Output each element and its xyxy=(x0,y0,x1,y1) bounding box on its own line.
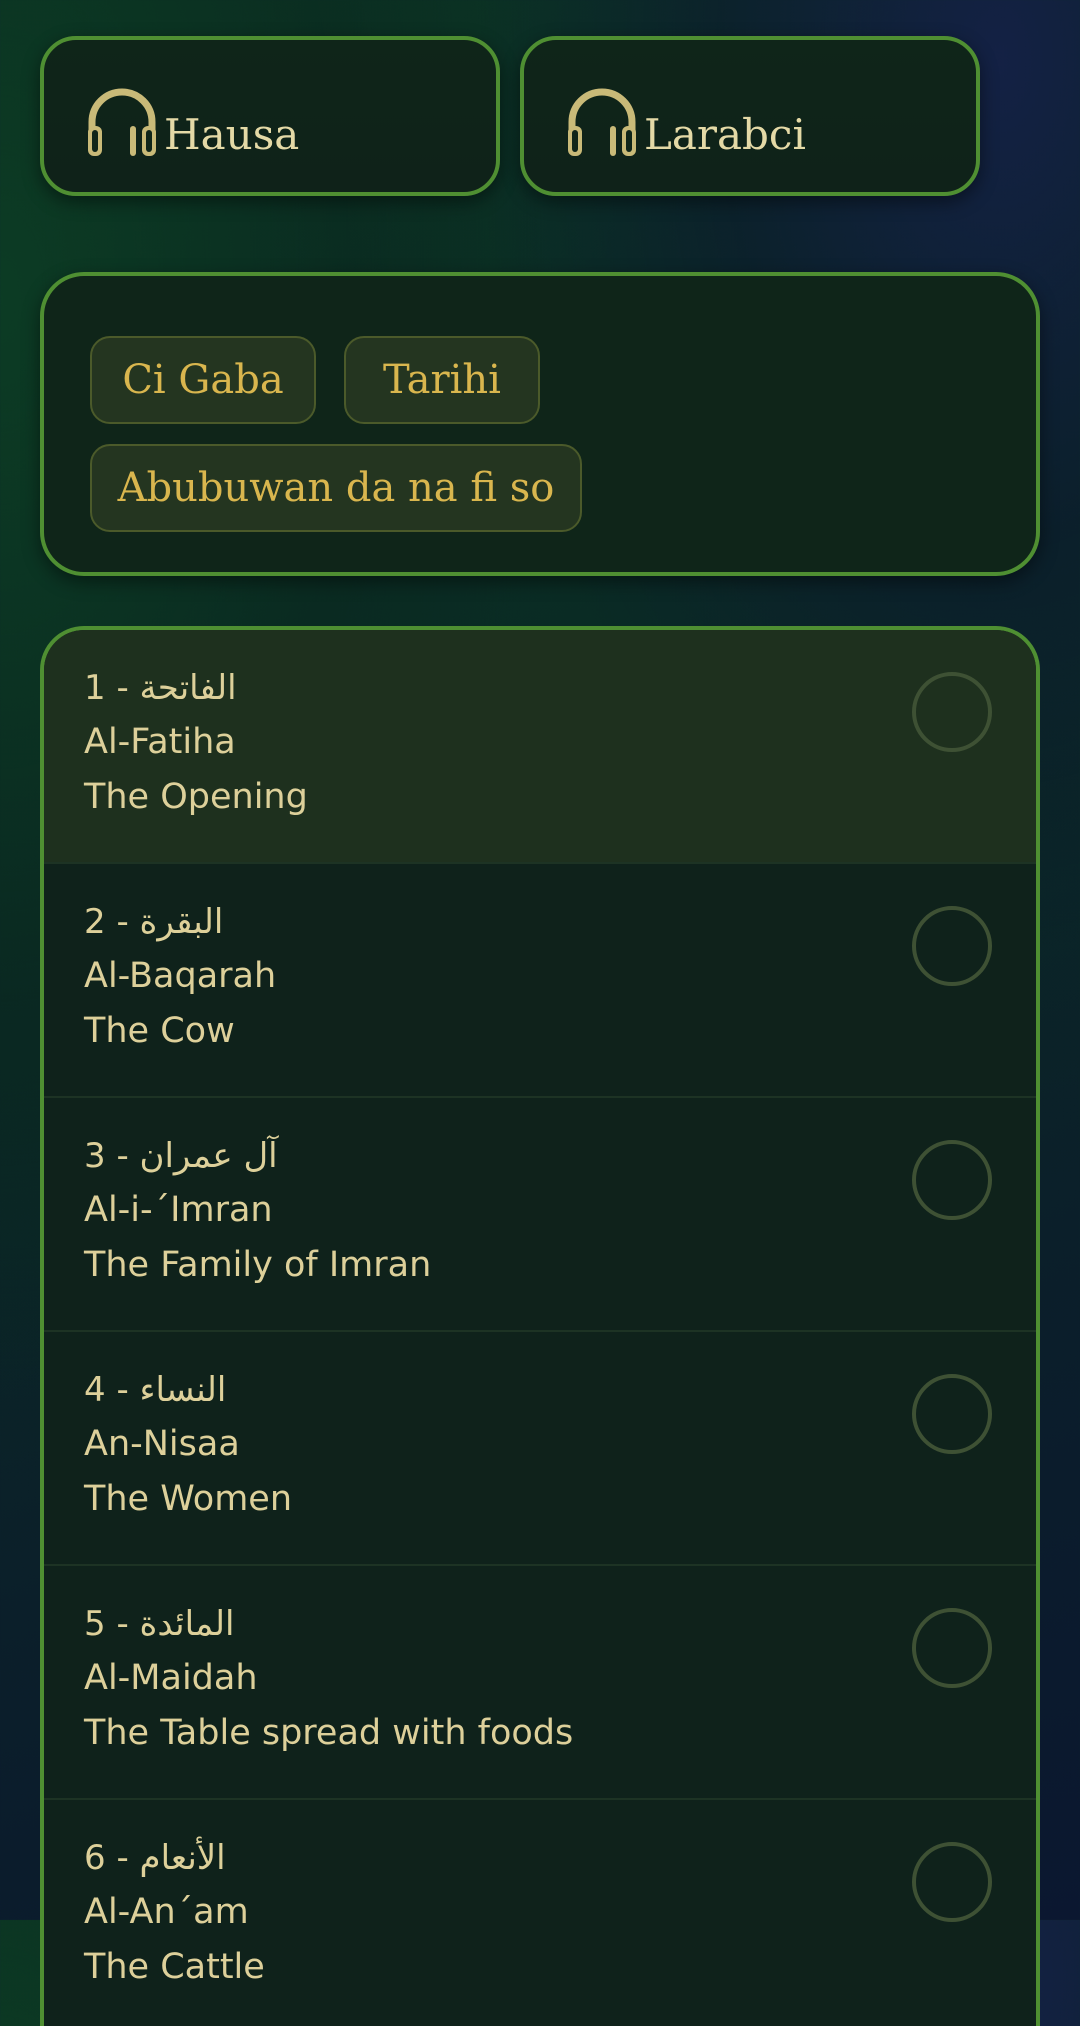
hausa-label: Hausa xyxy=(164,110,300,159)
arabic-label: Larabci xyxy=(644,110,806,159)
surah-title: 1 - الفاتحة xyxy=(84,668,237,708)
surah-row[interactable]: 5 - المائدة Al-Maidah The Table spread w… xyxy=(44,1566,1036,1800)
surah-meaning: The Cow xyxy=(84,1011,235,1051)
surah-transliteration: Al-Maidah xyxy=(84,1658,258,1698)
surah-row[interactable]: 4 - النساء An-Nisaa The Women xyxy=(44,1332,1036,1566)
select-circle[interactable] xyxy=(912,672,992,752)
hausa-audio-button[interactable]: Hausa xyxy=(40,36,500,196)
select-circle[interactable] xyxy=(912,906,992,986)
surah-meaning: The Opening xyxy=(84,777,308,817)
tag-continue[interactable]: Ci Gaba xyxy=(90,336,316,424)
surah-title: 5 - المائدة xyxy=(84,1604,235,1644)
surah-meaning: The Cattle xyxy=(84,1947,265,1987)
surah-title: 4 - النساء xyxy=(84,1370,227,1410)
surah-title: 2 - البقرة xyxy=(84,902,224,942)
surah-row[interactable]: 3 - آل عمران Al-i-´Imran The Family of I… xyxy=(44,1098,1036,1332)
surah-row[interactable]: 2 - البقرة Al-Baqarah The Cow xyxy=(44,864,1036,1098)
surah-transliteration: Al-Fatiha xyxy=(84,722,236,762)
surah-transliteration: Al-Baqarah xyxy=(84,956,277,996)
tag-history[interactable]: Tarihi xyxy=(344,336,540,424)
surah-transliteration: Al-i-´Imran xyxy=(84,1190,273,1230)
surah-meaning: The Women xyxy=(84,1479,293,1519)
surah-transliteration: Al-An´am xyxy=(84,1892,249,1932)
surah-transliteration: An-Nisaa xyxy=(84,1424,240,1464)
select-circle[interactable] xyxy=(912,1374,992,1454)
surah-row[interactable]: 6 - الأنعام Al-An´am The Cattle xyxy=(44,1800,1036,2026)
select-circle[interactable] xyxy=(912,1140,992,1220)
headphones-icon xyxy=(88,88,156,156)
surah-meaning: The Table spread with foods xyxy=(84,1713,574,1753)
arabic-audio-button[interactable]: Larabci xyxy=(520,36,980,196)
surah-title: 6 - الأنعام xyxy=(84,1838,226,1878)
tags-card: Ci Gaba Tarihi Abubuwan da na fi so xyxy=(40,272,1040,576)
headphones-icon xyxy=(568,88,636,156)
surah-list: 1 - الفاتحة Al-Fatiha The Opening 2 - ال… xyxy=(40,626,1040,2026)
select-circle[interactable] xyxy=(912,1608,992,1688)
select-circle[interactable] xyxy=(912,1842,992,1922)
tag-favorites[interactable]: Abubuwan da na fi so xyxy=(90,444,582,532)
surah-row[interactable]: 1 - الفاتحة Al-Fatiha The Opening xyxy=(44,630,1036,864)
surah-meaning: The Family of Imran xyxy=(84,1245,432,1285)
surah-title: 3 - آل عمران xyxy=(84,1136,278,1176)
